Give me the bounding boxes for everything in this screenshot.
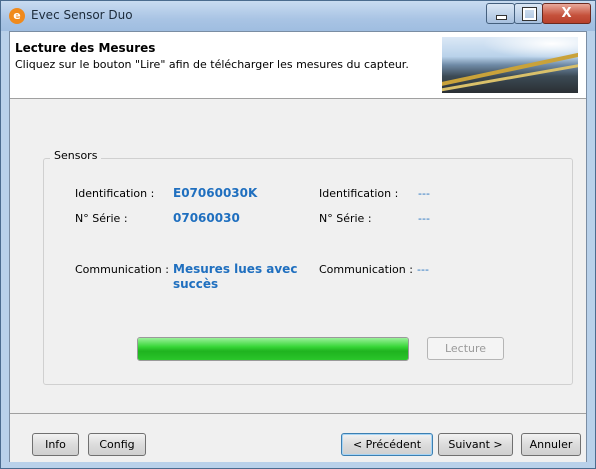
app-icon: e — [9, 8, 25, 24]
info-button[interactable]: Info — [32, 433, 79, 456]
next-button[interactable]: Suivant > — [438, 433, 513, 456]
wizard-header: Lecture des Mesures Cliquez sur le bouto… — [10, 32, 586, 99]
close-icon: X — [561, 6, 572, 21]
progress-bar — [137, 337, 409, 361]
window-title: Evec Sensor Duo — [31, 8, 133, 22]
right-identification-label: Identification : — [319, 187, 399, 200]
close-button[interactable]: X — [542, 3, 591, 24]
cancel-button[interactable]: Annuler — [521, 433, 581, 456]
left-communication-value-line1: Mesures lues avec — [173, 262, 298, 276]
title-bar[interactable]: e Evec Sensor Duo X — [1, 1, 595, 31]
right-serial-label: N° Série : — [319, 212, 372, 225]
config-button[interactable]: Config — [88, 433, 146, 456]
header-banner-image — [442, 37, 578, 93]
application-window: e Evec Sensor Duo X Lecture des Mesures … — [0, 0, 596, 469]
page-title: Lecture des Mesures — [15, 41, 156, 55]
left-communication-label: Communication : — [75, 263, 169, 276]
lecture-button[interactable]: Lecture — [427, 337, 504, 360]
left-identification-label: Identification : — [75, 187, 155, 200]
right-communication-label: Communication : — [319, 263, 413, 276]
progress-bar-fill — [138, 338, 408, 360]
right-serial-value: --- — [418, 212, 430, 225]
right-identification-value: --- — [418, 187, 430, 200]
wizard-page: Lecture des Mesures Cliquez sur le bouto… — [9, 31, 587, 462]
left-serial-value: 07060030 — [173, 211, 240, 225]
left-communication-value-line2: succès — [173, 277, 219, 291]
minimize-button[interactable] — [486, 3, 515, 24]
page-subtitle: Cliquez sur le bouton "Lire" afin de tél… — [15, 58, 409, 71]
right-communication-value: --- — [417, 263, 429, 276]
previous-button[interactable]: < Précédent — [341, 433, 433, 456]
left-serial-label: N° Série : — [75, 212, 128, 225]
sensors-group-label: Sensors — [50, 149, 102, 162]
left-identification-value: E07060030K — [173, 186, 258, 200]
maximize-button[interactable] — [514, 3, 543, 24]
